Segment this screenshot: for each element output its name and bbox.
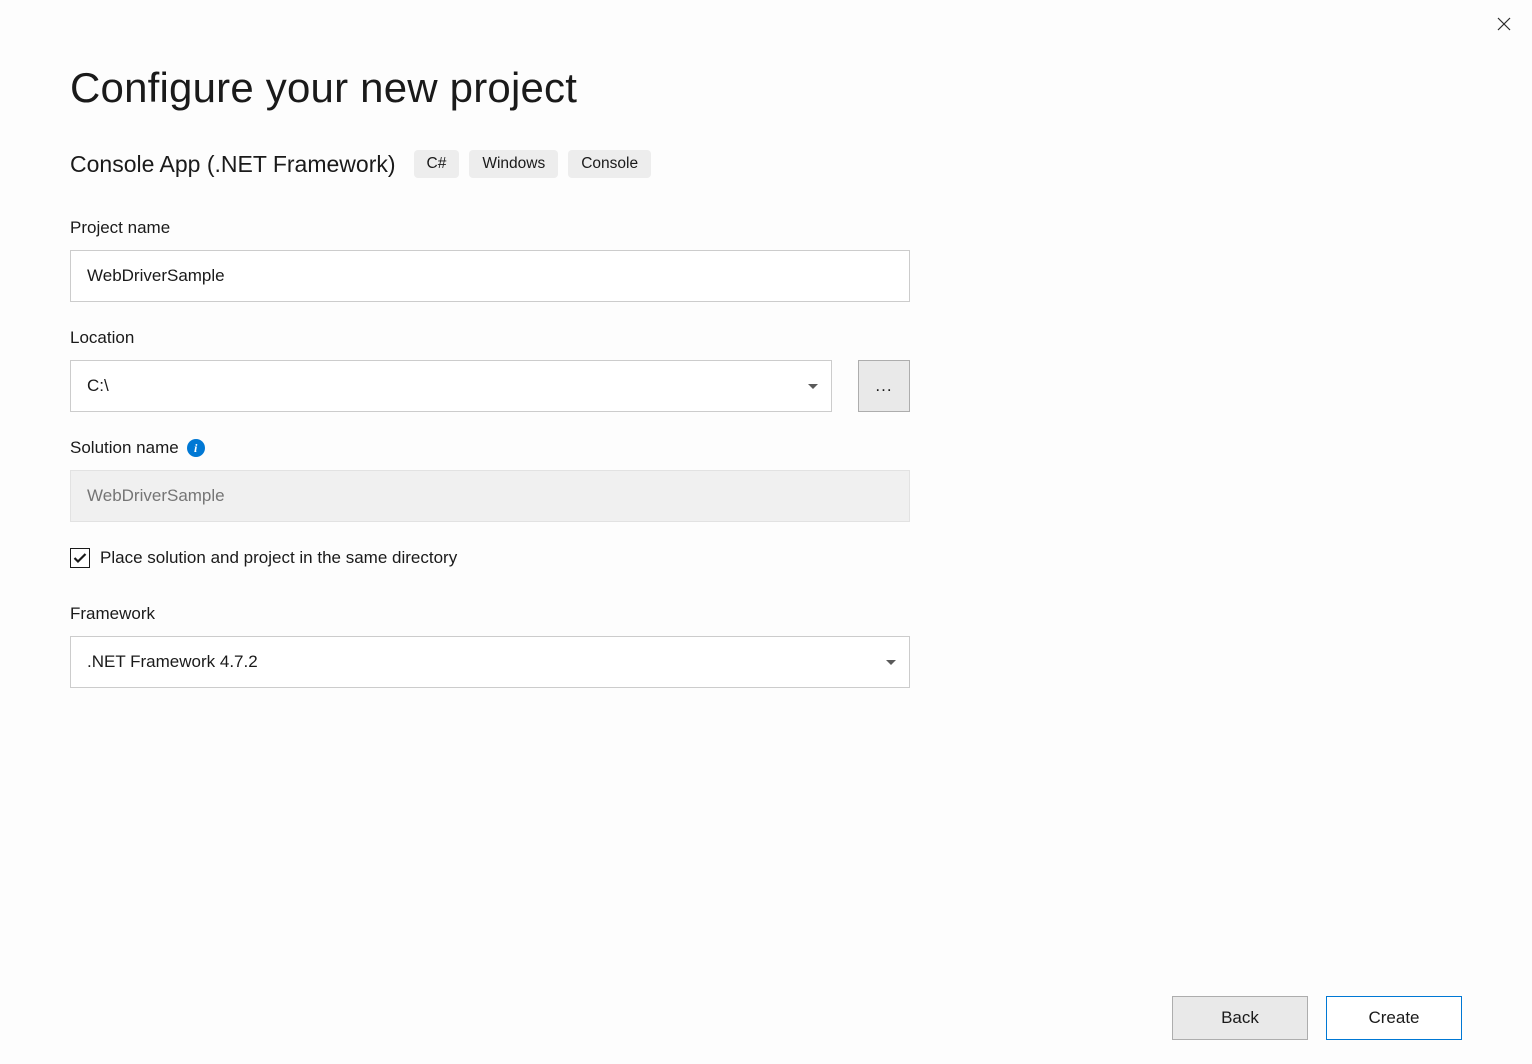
framework-combo[interactable]: .NET Framework 4.7.2 [70, 636, 910, 688]
tag-platform: Windows [469, 150, 558, 178]
framework-input[interactable]: .NET Framework 4.7.2 [70, 636, 910, 688]
page-title: Configure your new project [70, 64, 1462, 112]
project-name-field: Project name [70, 218, 910, 302]
framework-label: Framework [70, 604, 910, 624]
check-icon [73, 552, 87, 564]
same-directory-row: Place solution and project in the same d… [70, 548, 1462, 568]
create-button[interactable]: Create [1326, 996, 1462, 1040]
browse-button[interactable]: ... [858, 360, 910, 412]
location-field: Location C:\ ... [70, 328, 910, 412]
location-label: Location [70, 328, 910, 348]
location-combo[interactable]: C:\ [70, 360, 832, 412]
location-input[interactable]: C:\ [70, 360, 832, 412]
info-icon[interactable]: i [187, 439, 205, 457]
solution-name-label: Solution name i [70, 438, 910, 458]
template-name: Console App (.NET Framework) [70, 151, 396, 178]
solution-name-input [70, 470, 910, 522]
close-button[interactable] [1494, 14, 1514, 34]
project-name-label: Project name [70, 218, 910, 238]
template-row: Console App (.NET Framework) C# Windows … [70, 150, 1462, 178]
same-directory-label[interactable]: Place solution and project in the same d… [100, 548, 457, 568]
framework-field: Framework .NET Framework 4.7.2 [70, 604, 910, 688]
same-directory-checkbox[interactable] [70, 548, 90, 568]
back-button[interactable]: Back [1172, 996, 1308, 1040]
tag-type: Console [568, 150, 651, 178]
footer: Back Create [1172, 996, 1462, 1040]
solution-name-field: Solution name i [70, 438, 910, 522]
close-icon [1497, 17, 1511, 31]
template-tags: C# Windows Console [414, 150, 652, 178]
project-name-input[interactable] [70, 250, 910, 302]
solution-name-label-text: Solution name [70, 438, 179, 458]
tag-language: C# [414, 150, 460, 178]
